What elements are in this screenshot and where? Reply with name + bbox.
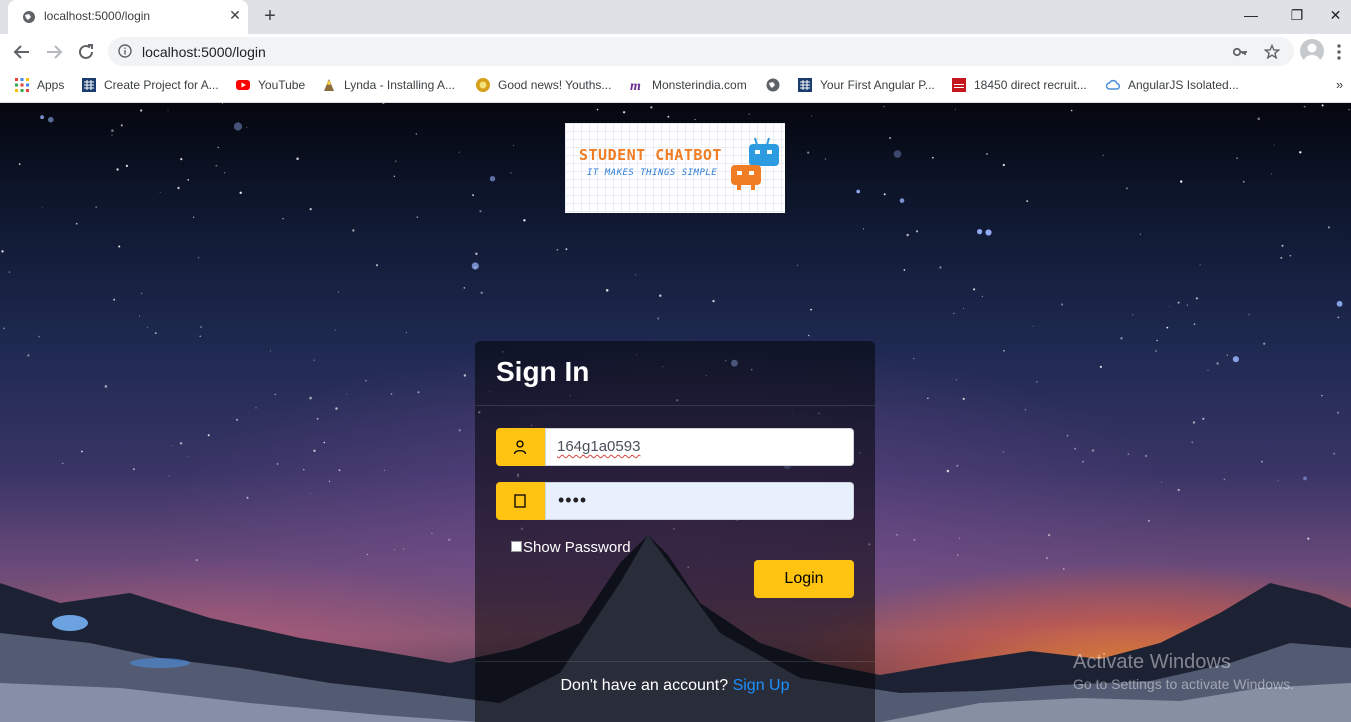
bookmark-globe[interactable]	[766, 77, 788, 95]
maximize-button[interactable]: ❐	[1274, 0, 1320, 30]
bookmark-angularjs[interactable]: AngularJS Isolated...	[1106, 77, 1239, 95]
reload-icon[interactable]	[75, 41, 97, 63]
watermark-subtitle: Go to Settings to activate Windows.	[1073, 676, 1294, 692]
lynda-icon	[324, 79, 334, 91]
card-footer: Don't have an account? Sign Up	[475, 661, 875, 722]
profile-avatar[interactable]	[1300, 39, 1324, 63]
sign-in-card: Sign In 164g1a0593 •••• Show Password Lo…	[475, 341, 875, 722]
bookmark-label: Apps	[37, 78, 65, 92]
cloud-icon	[1106, 79, 1120, 90]
forward-arrow-icon[interactable]	[43, 41, 65, 63]
bookmark-label: Lynda - Installing A...	[344, 78, 455, 92]
logo-tagline: IT MAKES THINGS SIMPLE	[587, 168, 718, 178]
new-tab-button[interactable]: +	[260, 6, 280, 26]
page-title: Sign In	[496, 356, 590, 387]
username-group: 164g1a0593	[496, 428, 854, 466]
windows-activation-watermark: Activate Windows Go to Settings to activ…	[1073, 651, 1294, 692]
tab-strip: localhost:5000/login ✕ + — ❐ ✕	[0, 0, 1351, 34]
tab-title: localhost:5000/login	[44, 9, 151, 23]
bookmark-youtube[interactable]: YouTube	[236, 77, 305, 95]
password-group: ••••	[496, 482, 854, 520]
robot-icon	[731, 137, 779, 190]
show-password-label: Show Password	[523, 539, 631, 556]
person-icon	[1304, 43, 1320, 63]
url-text: localhost:5000/login	[142, 44, 266, 60]
info-icon[interactable]	[118, 44, 132, 58]
close-window-button[interactable]: ✕	[1320, 0, 1351, 30]
show-password-checkbox[interactable]	[511, 541, 522, 552]
card-header: Sign In	[475, 341, 875, 406]
menu-kebab-icon[interactable]	[1336, 43, 1342, 61]
apps-grid-icon	[15, 78, 29, 92]
monster-icon: m	[630, 79, 641, 92]
bookmark-lynda[interactable]: Lynda - Installing A...	[322, 77, 455, 95]
watermark-title: Activate Windows	[1073, 651, 1231, 673]
bookmarks-overflow-icon[interactable]: »	[1336, 77, 1343, 92]
bookmark-apps[interactable]: Apps	[15, 77, 64, 95]
bookmark-label: AngularJS Isolated...	[1128, 78, 1239, 92]
project-icon	[798, 78, 812, 92]
bookmark-label: Your First Angular P...	[820, 78, 935, 92]
bookmark-label: 18450 direct recruit...	[974, 78, 1087, 92]
bookmark-direct-recruit[interactable]: 18450 direct recruit...	[952, 77, 1087, 95]
bookmark-label: YouTube	[258, 78, 306, 92]
bookmarks-bar: Apps Create Project for A... YouTube Lyn…	[0, 70, 1351, 103]
back-arrow-icon[interactable]	[11, 41, 33, 63]
login-page: STUDENT CHATBOT IT MAKES THINGS SIMPLE S…	[0, 103, 1351, 722]
svg-text:m: m	[630, 79, 641, 92]
login-button[interactable]: Login	[754, 560, 854, 598]
browser-tab[interactable]: localhost:5000/login ✕	[8, 0, 248, 34]
minimize-button[interactable]: —	[1228, 0, 1274, 30]
toi-icon	[952, 78, 966, 92]
bookmark-label: Good news! Youths...	[498, 78, 612, 92]
student-chatbot-logo: STUDENT CHATBOT IT MAKES THINGS SIMPLE	[565, 123, 785, 213]
project-icon	[82, 78, 96, 92]
password-input[interactable]	[545, 482, 854, 520]
close-tab-icon[interactable]: ✕	[226, 6, 244, 24]
bookmark-monsterindia[interactable]: m Monsterindia.com	[630, 77, 747, 95]
key-addon	[496, 482, 545, 520]
address-bar[interactable]: localhost:5000/login	[108, 37, 1294, 66]
bookmark-create-project[interactable]: Create Project for A...	[82, 77, 219, 95]
username-input[interactable]	[545, 428, 854, 466]
signup-link[interactable]: Sign Up	[733, 677, 790, 694]
news-icon	[476, 78, 490, 92]
globe-icon	[23, 11, 35, 23]
key-icon[interactable]	[1232, 44, 1248, 60]
bookmark-good-news[interactable]: Good news! Youths...	[476, 77, 611, 95]
signup-prompt-text: Don't have an account?	[560, 677, 729, 694]
bookmark-first-angular[interactable]: Your First Angular P...	[798, 77, 935, 95]
logo-title: STUDENT CHATBOT	[579, 146, 722, 164]
bookmark-label: Create Project for A...	[104, 78, 219, 92]
star-icon[interactable]	[1264, 44, 1280, 60]
key-icon	[514, 494, 526, 508]
user-addon	[496, 428, 545, 466]
user-icon	[513, 440, 527, 455]
youtube-icon	[236, 80, 250, 90]
globe-icon	[766, 78, 780, 92]
signup-prompt: Don't have an account? Sign Up	[475, 677, 875, 695]
browser-toolbar: localhost:5000/login	[0, 34, 1351, 70]
bookmark-label: Monsterindia.com	[652, 78, 747, 92]
